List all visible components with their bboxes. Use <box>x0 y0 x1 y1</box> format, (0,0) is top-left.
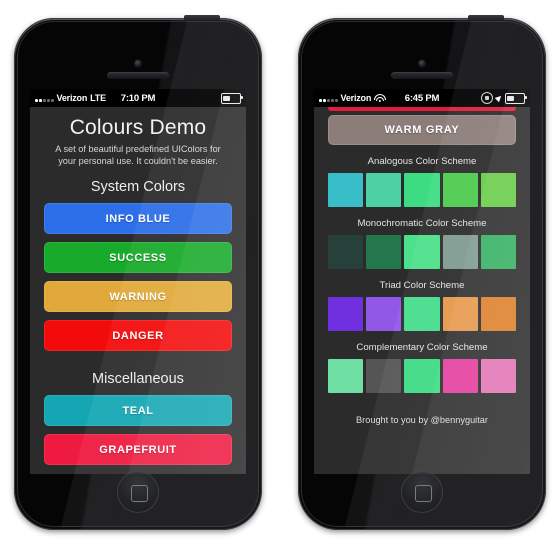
screen-left: Verizon LTE 7:10 PM Colours Demo A set o… <box>30 89 246 474</box>
swatch[interactable] <box>404 297 440 331</box>
earpiece-speaker <box>391 72 453 79</box>
section-heading-miscellaneous: Miscellaneous <box>92 371 184 387</box>
swatch[interactable] <box>442 173 478 207</box>
swatch[interactable] <box>480 173 517 207</box>
home-button-right[interactable] <box>401 471 443 513</box>
app-scroll-right[interactable]: WARM GRAY Analogous Color Scheme Monochr… <box>314 107 530 425</box>
swatch[interactable] <box>442 359 478 393</box>
front-camera-icon <box>134 60 142 67</box>
swatch-row-complementary <box>328 359 517 393</box>
swatch[interactable] <box>328 173 364 207</box>
swatch[interactable] <box>404 235 440 269</box>
swatch-row-triad <box>328 297 517 331</box>
battery-icon <box>505 92 527 104</box>
color-button-teal[interactable]: TEAL <box>44 395 232 426</box>
color-button-grapefruit[interactable]: GRAPEFRUIT <box>44 434 232 465</box>
app-scroll-left[interactable]: Colours Demo A set of beautiful predefin… <box>30 116 246 465</box>
home-button-left[interactable] <box>117 471 159 513</box>
app-title: Colours Demo <box>69 116 207 139</box>
color-button-info-blue[interactable]: INFO BLUE <box>44 203 232 234</box>
iphone-device-right: Verizon 6:45 PM WARM GRAY Analogous Colo… <box>298 15 546 530</box>
swatch[interactable] <box>442 297 478 331</box>
swatch[interactable] <box>328 235 364 269</box>
color-button-warm-gray[interactable]: WARM GRAY <box>328 115 516 145</box>
battery-icon <box>221 92 243 104</box>
color-button-warning[interactable]: WARNING <box>44 281 232 312</box>
color-button-success[interactable]: SUCCESS <box>44 242 232 273</box>
status-bar-right: Verizon 6:45 PM <box>314 89 530 107</box>
swatch[interactable] <box>328 297 364 331</box>
scheme-label-monochromatic: Monochromatic Color Scheme <box>357 218 487 229</box>
status-bar-left: Verizon LTE 7:10 PM <box>30 89 246 107</box>
swatch[interactable] <box>442 235 478 269</box>
scheme-label-triad: Triad Color Scheme <box>379 280 465 291</box>
swatch[interactable] <box>366 359 402 393</box>
swatch[interactable] <box>328 359 364 393</box>
swatch[interactable] <box>404 359 440 393</box>
rotation-lock-icon <box>481 92 493 104</box>
section-heading-system-colors: System Colors <box>90 179 186 195</box>
scheme-label-analogous: Analogous Color Scheme <box>367 156 477 167</box>
footer-credit: Brought to you by @bennyguitar <box>356 415 488 425</box>
swatch-row-monochromatic <box>328 235 517 269</box>
scheme-label-complementary: Complementary Color Scheme <box>356 342 488 353</box>
location-arrow-icon <box>494 93 504 103</box>
swatch[interactable] <box>404 173 440 207</box>
swatch[interactable] <box>366 173 402 207</box>
color-button-danger[interactable]: DANGER <box>44 320 232 351</box>
swatch[interactable] <box>366 297 402 331</box>
status-clock: 7:10 PM <box>120 92 156 104</box>
iphone-device-left: Verizon LTE 7:10 PM Colours Demo A set o… <box>14 15 262 530</box>
status-right-group <box>221 92 243 104</box>
front-camera-icon <box>418 60 426 67</box>
earpiece-speaker <box>107 72 169 79</box>
scrolled-button-sliver[interactable] <box>328 107 516 111</box>
app-content-left: Colours Demo A set of beautiful predefin… <box>30 107 246 474</box>
swatch[interactable] <box>480 359 517 393</box>
swatch-row-analogous <box>328 173 517 207</box>
swatch[interactable] <box>480 297 517 331</box>
app-content-right: WARM GRAY Analogous Color Scheme Monochr… <box>314 107 530 474</box>
screen-right: Verizon 6:45 PM WARM GRAY Analogous Colo… <box>314 89 530 474</box>
app-subtitle: A set of beautiful predefined UIColors f… <box>55 144 221 166</box>
swatch[interactable] <box>480 235 517 269</box>
swatch[interactable] <box>366 235 402 269</box>
status-right-group <box>481 92 527 104</box>
